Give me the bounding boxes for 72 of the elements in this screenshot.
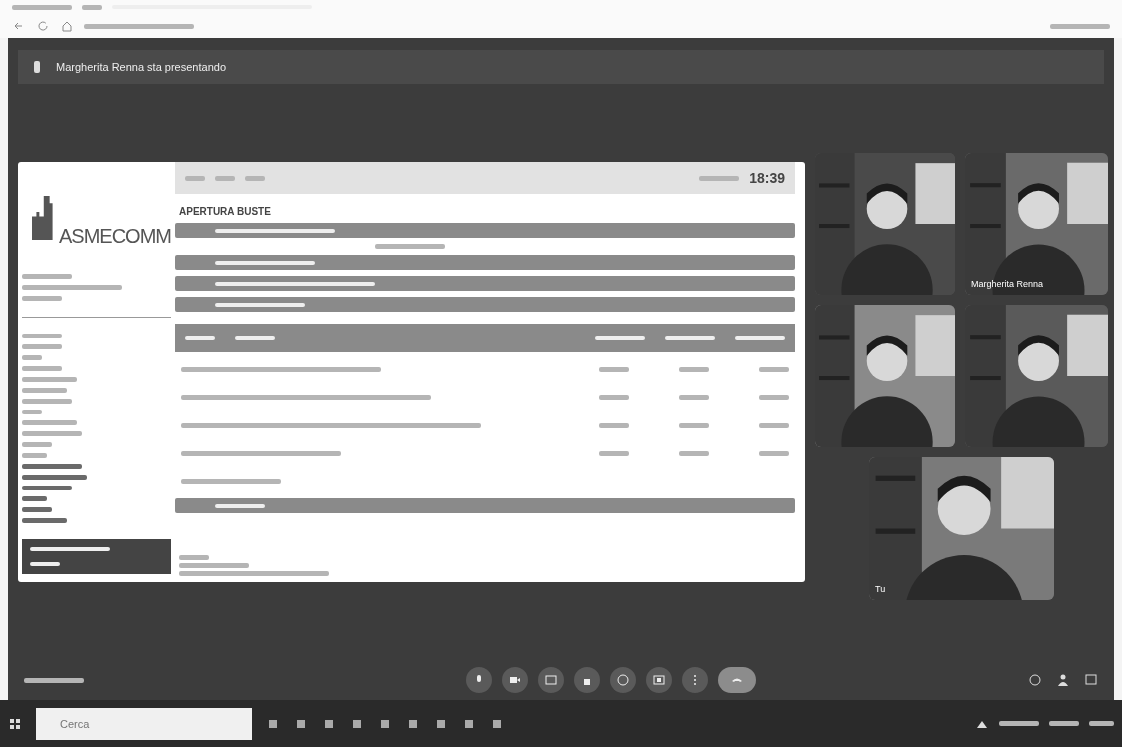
illegible-text [24,677,84,683]
present-button[interactable] [646,667,672,693]
microphone-button[interactable] [466,667,492,693]
windows-icon [8,716,22,731]
illegible-text [599,366,629,372]
illegible-text [22,485,72,491]
illegible-text [665,336,715,340]
illegible-text [759,450,789,456]
illegible-text [22,333,62,339]
illegible-text [759,366,789,372]
illegible-text [679,366,709,372]
illegible-text [179,555,209,560]
reload-icon [36,19,50,34]
captions-button[interactable] [538,667,564,693]
end-call-button[interactable] [718,667,756,693]
illegible-text [235,336,275,340]
raise-hand-button[interactable] [574,667,600,693]
participant-name: Margherita Renna [971,278,1044,289]
illegible-text [1089,721,1114,726]
illegible-text [679,394,709,400]
illegible-text [679,450,709,456]
illegible-text [30,561,60,566]
illegible-text [699,175,740,181]
illegible-text [12,4,72,10]
illegible-text [679,422,709,428]
illegible-text [595,336,645,340]
illegible-text [22,442,52,447]
illegible-text [22,518,67,523]
clock: 18:39 [749,170,785,186]
illegible-text [599,394,629,400]
illegible-text [22,409,42,415]
illegible-text [1050,23,1110,29]
page-title: APERTURA BUSTE [179,206,272,217]
illegible-text [599,450,629,456]
illegible-text [375,244,445,249]
illegible-text [185,336,215,340]
illegible-text [22,507,52,513]
illegible-text [599,422,629,428]
participant-name: Tu [875,583,886,594]
illegible-text [22,273,72,279]
emoji-button[interactable] [610,667,636,693]
illegible-text [22,452,47,458]
illegible-text [215,503,265,508]
illegible-text [22,355,42,361]
illegible-text [179,563,249,568]
illegible-text [22,295,62,301]
presenter-text: Margherita Renna sta presentando [56,61,226,73]
illegible-text [185,175,205,181]
illegible-text [245,175,265,181]
people-icon [1056,673,1070,687]
illegible-text [22,366,62,371]
illegible-text [22,420,77,426]
illegible-text [22,463,82,469]
illegible-text [22,431,82,437]
camera-button[interactable] [502,667,528,693]
illegible-text [22,398,72,404]
illegible-text [759,422,789,428]
present-icon [652,673,666,687]
illegible-text [22,376,77,382]
illegible-text [22,474,87,480]
illegible-text [215,175,235,181]
logo-text: ASMECOMM [59,224,171,248]
illegible-text [22,496,47,502]
illegible-text [1049,721,1079,726]
home-icon [60,19,74,34]
illegible-text [82,4,102,10]
illegible-text [22,387,67,393]
illegible-text [22,344,62,350]
illegible-text [999,721,1039,726]
search-field[interactable]: Cerca [36,707,252,740]
illegible-text [759,394,789,400]
illegible-text [735,336,785,340]
